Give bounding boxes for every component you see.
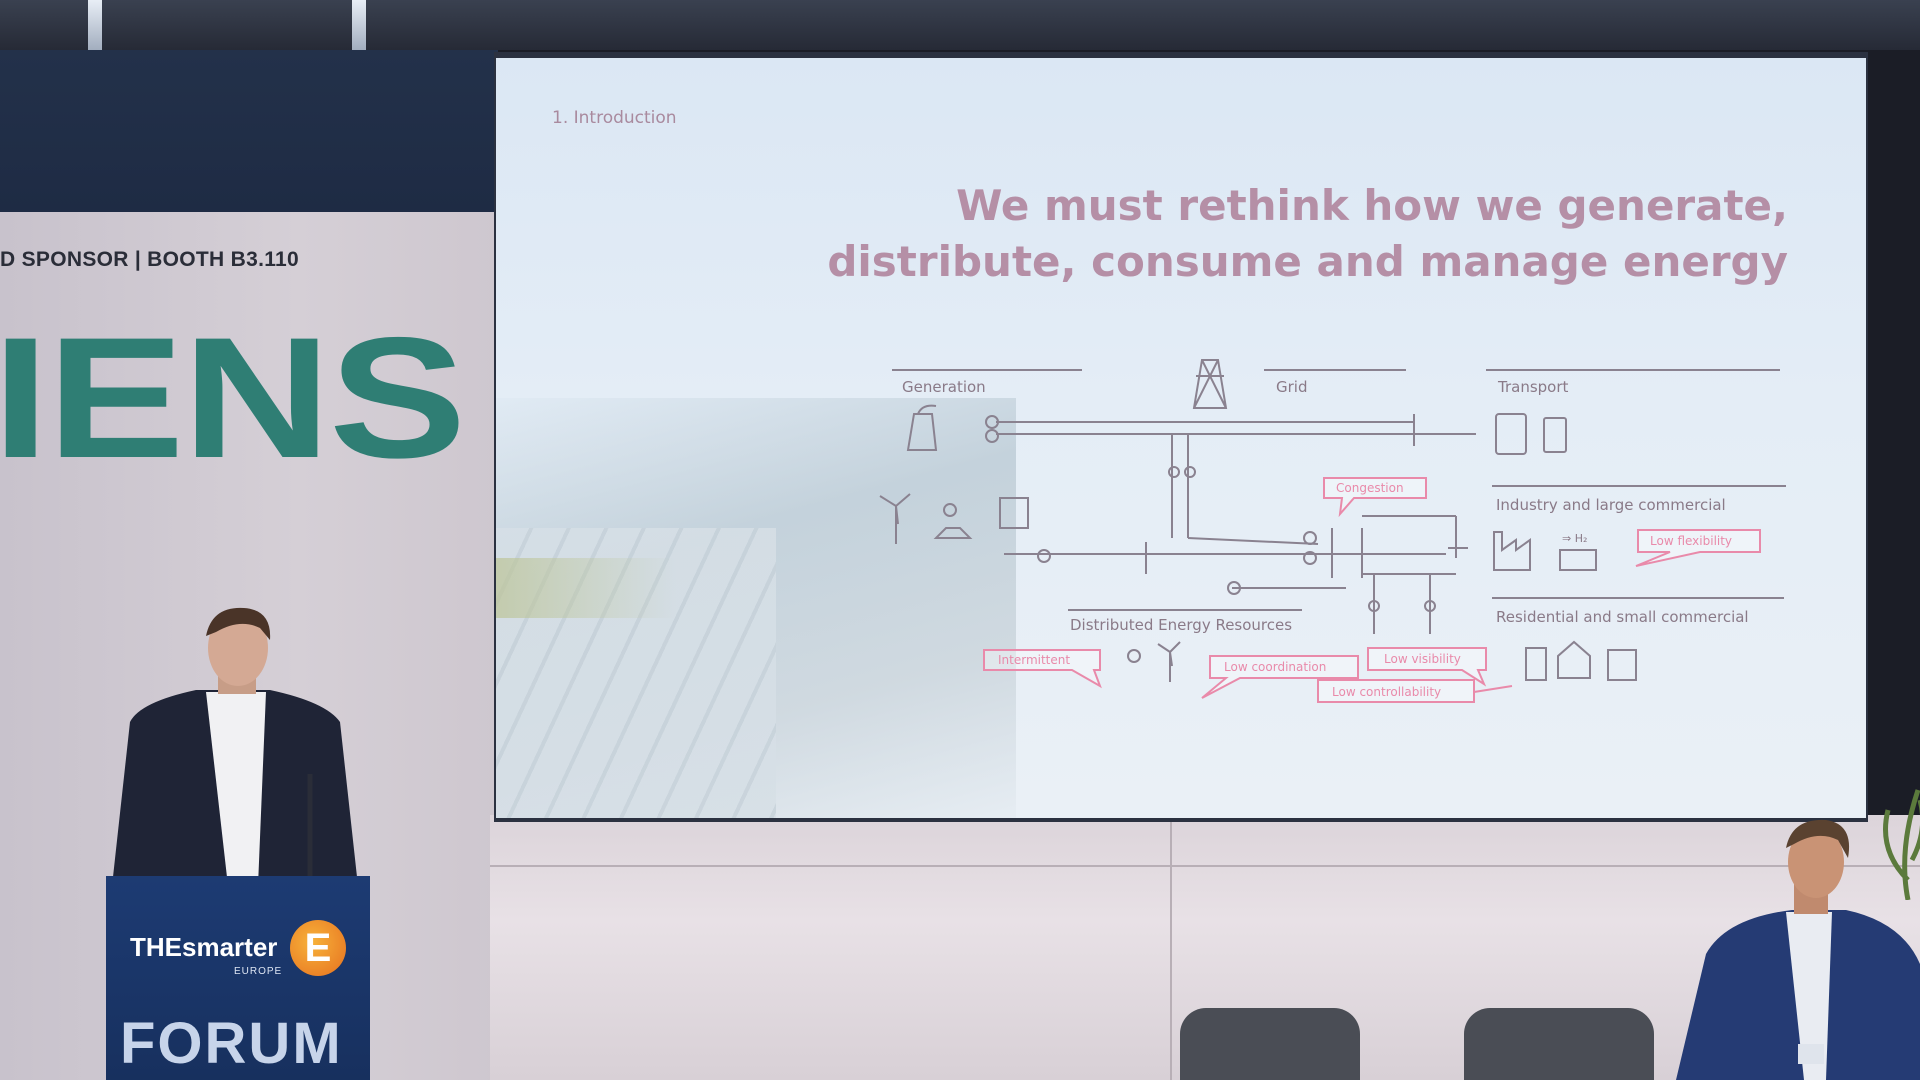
booth-brand-text: IENS [0, 302, 467, 494]
chair [1180, 1008, 1360, 1080]
podium-title: FORUM [120, 1011, 343, 1076]
label-transport: Transport [1497, 378, 1569, 396]
sun-icon [1127, 649, 1141, 663]
transformer-icon [1303, 531, 1317, 545]
sun-icon [943, 503, 957, 517]
ev-charger-icon [1543, 417, 1567, 453]
callout-low-visibility-text: Low visibility [1384, 652, 1461, 666]
transformer-icon [1184, 466, 1196, 478]
factory-icon [1493, 531, 1531, 571]
booth-header-band [0, 50, 498, 212]
transformer-icon [1168, 466, 1180, 478]
energy-system-diagram: Generation Grid Transport Industry and l… [879, 359, 1786, 703]
ceiling-light [88, 0, 102, 56]
power-plant-icon [906, 413, 938, 451]
label-grid: Grid [1276, 378, 1307, 396]
transformer-icon [1037, 549, 1051, 563]
buildings-icon [999, 497, 1029, 529]
chair [1464, 1008, 1654, 1080]
ceiling-light [352, 0, 366, 56]
callout-intermittent-text: Intermittent [998, 653, 1070, 667]
plant [1883, 789, 1920, 900]
podium-logo-subtitle: EUROPE [234, 966, 283, 977]
label-der: Distributed Energy Resources [1070, 616, 1292, 634]
pylon-icon [1192, 359, 1228, 409]
distribution-line [1187, 537, 1319, 545]
transformer-icon [985, 429, 999, 443]
ev-charger-icon [1525, 647, 1547, 681]
callout-low-controllability-text: Low controllability [1332, 685, 1441, 699]
podium-logo-mark: E [290, 920, 346, 976]
projection-screen: 1. Introduction We must rethink how we g… [496, 58, 1866, 818]
callout-low-flexibility-text: Low flexibility [1650, 534, 1732, 548]
label-industry: Industry and large commercial [1496, 496, 1726, 514]
label-generation: Generation [902, 378, 986, 396]
label-h2: ⇒ H₂ [1562, 532, 1587, 545]
electrolyser-icon [1559, 549, 1597, 571]
podium-logo: THEsmarter [130, 932, 278, 962]
train-icon [1495, 413, 1527, 455]
booth-sponsor-text: D SPONSOR | BOOTH B3.110 [0, 248, 299, 271]
callout-congestion-text: Congestion [1336, 481, 1404, 495]
panel-seam [1170, 815, 1172, 1080]
name-badge [1798, 1044, 1824, 1064]
label-residential: Residential and small commercial [1496, 608, 1749, 626]
callout-low-coordination-text: Low coordination [1224, 660, 1326, 674]
solar-panel-icon [933, 527, 973, 539]
plant-leaves [1883, 789, 1920, 900]
steam-icon [917, 404, 937, 415]
podium: THEsmarter EUROPE E FORUM [106, 876, 370, 1080]
presenter-left [112, 607, 358, 886]
house-icon [1557, 640, 1591, 679]
ceiling [0, 0, 1920, 56]
buildings-icon [1607, 649, 1637, 681]
